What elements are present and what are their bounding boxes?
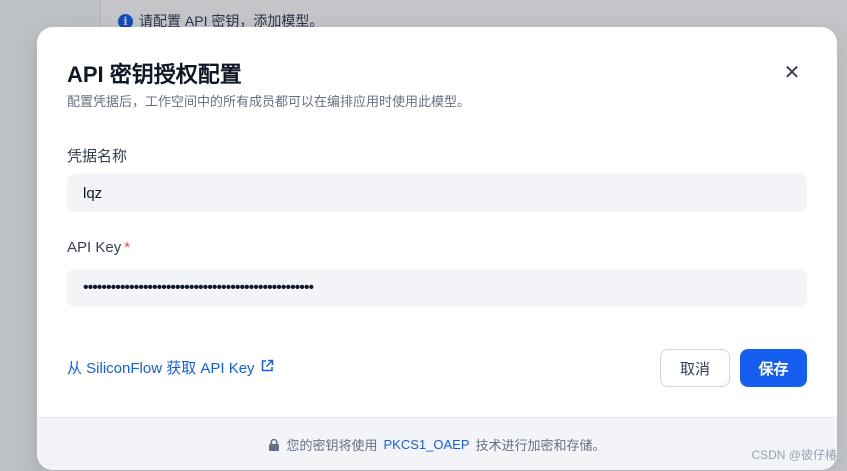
- api-key-input[interactable]: ••••••••••••••••••••••••••••••••••••••••…: [67, 269, 807, 307]
- close-button[interactable]: ✕: [781, 61, 803, 84]
- get-api-key-link[interactable]: 从 SiliconFlow 获取 API Key: [67, 357, 274, 378]
- lock-icon: [268, 438, 280, 451]
- credential-name-value: lqz: [83, 184, 103, 202]
- save-button[interactable]: 保存: [740, 349, 807, 387]
- api-key-modal: API 密钥授权配置 配置凭据后，工作空间中的所有成员都可以在编排应用时使用此模…: [37, 27, 837, 470]
- get-api-key-link-text: 从 SiliconFlow 获取 API Key: [67, 360, 255, 377]
- credential-name-label: 凭据名称: [67, 148, 128, 165]
- api-key-label-text: API Key: [67, 239, 122, 256]
- footer-suffix: 技术进行加密和存储。: [475, 437, 606, 453]
- cancel-button[interactable]: 取消: [660, 349, 730, 387]
- api-key-label: API Key *: [67, 239, 130, 256]
- required-mark: *: [124, 239, 131, 256]
- close-icon: ✕: [783, 61, 801, 84]
- external-link-icon: [260, 359, 274, 377]
- modal-description: 配置凭据后，工作空间中的所有成员都可以在编排应用时使用此模型。: [67, 94, 471, 109]
- encryption-footer: 您的密钥将使用 PKCS1_OAEP 技术进行加密和存储。: [37, 417, 837, 470]
- footer-prefix: 您的密钥将使用: [286, 437, 378, 453]
- modal-title: API 密钥授权配置: [67, 62, 242, 87]
- credential-name-input[interactable]: lqz: [67, 174, 807, 212]
- watermark: CSDN @彼仔椿: [751, 448, 837, 462]
- api-key-masked-value: ••••••••••••••••••••••••••••••••••••••••…: [83, 279, 314, 296]
- footer-algorithm: PKCS1_OAEP: [383, 436, 470, 452]
